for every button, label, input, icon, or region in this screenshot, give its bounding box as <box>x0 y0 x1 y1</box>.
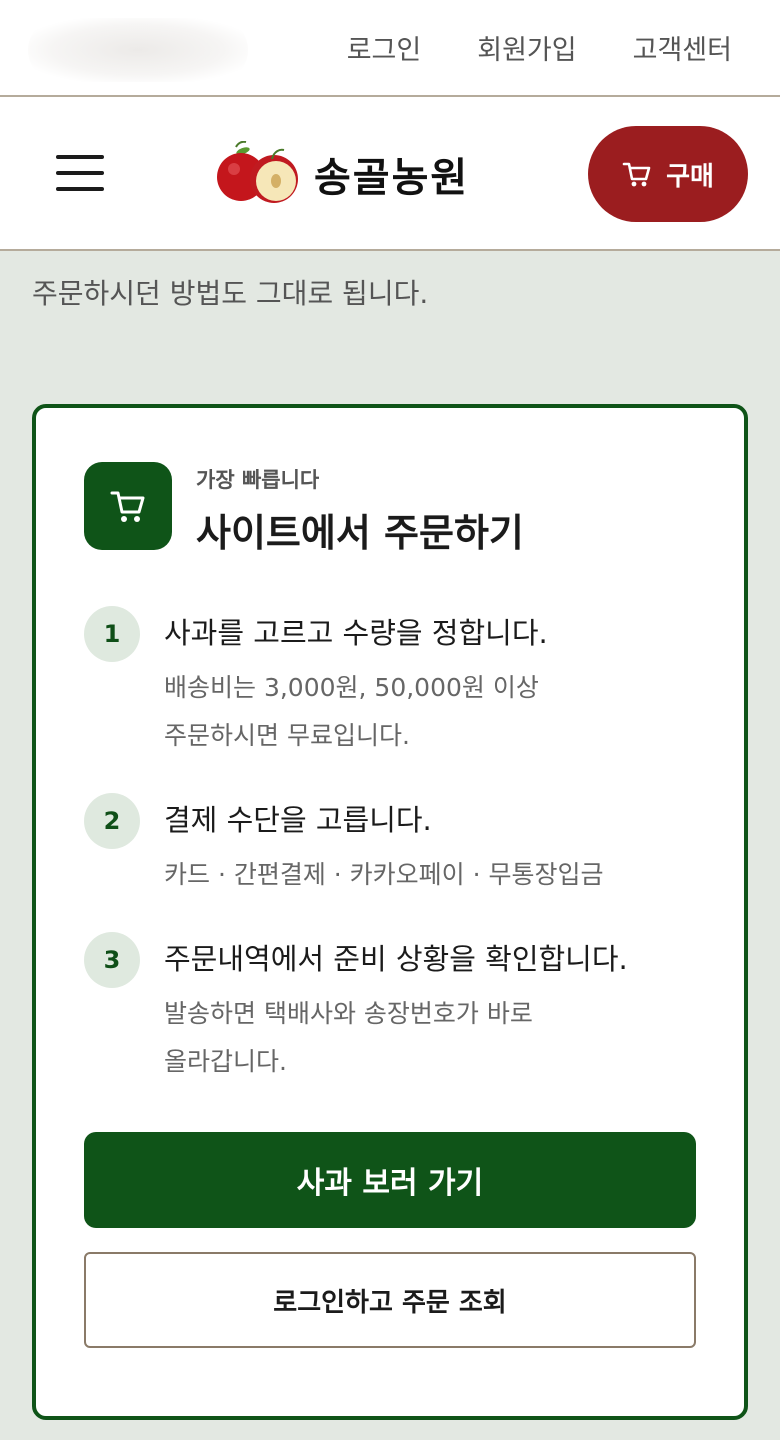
cart-icon <box>110 491 145 522</box>
cart-icon <box>622 162 651 187</box>
step-description-line: 올라갑니다. <box>164 1047 287 1076</box>
step-number-badge: 1 <box>84 606 140 662</box>
blurred-region <box>28 18 248 82</box>
step-description: 카드 · 간편결제 · 카카오페이 · 무통장입금 <box>164 851 684 899</box>
card-title: 사이트에서 주문하기 <box>196 511 524 555</box>
signup-link[interactable]: 회원가입 <box>477 28 576 67</box>
step-description: 발송하면 택배사와 송장번호가 바로 올라갑니다. <box>164 990 684 1086</box>
top-utility-bar: 로그인 회원가입 고객센터 <box>0 0 780 97</box>
site-header: 송골농원 구매 <box>0 97 780 251</box>
step-description-line: 발송하면 택배사와 송장번호가 바로 <box>164 999 533 1028</box>
step-title: 주문내역에서 준비 상황을 확인합니다. <box>164 942 628 976</box>
card-kicker: 가장 빠릅니다 <box>196 468 320 492</box>
site-logo[interactable]: 송골농원 <box>216 141 469 207</box>
login-order-lookup-button[interactable]: 로그인하고 주문 조회 <box>84 1252 696 1348</box>
hamburger-menu-icon[interactable] <box>56 155 104 191</box>
step-description-line: 배송비는 3,000원, 50,000원 이상 <box>164 673 539 702</box>
intro-text: 주문하시던 방법도 그대로 됩니다. <box>32 277 429 310</box>
buy-button[interactable]: 구매 <box>588 126 748 222</box>
apple-logo-icon <box>217 141 298 203</box>
login-link[interactable]: 로그인 <box>347 28 422 67</box>
view-apples-button[interactable]: 사과 보러 가기 <box>84 1132 696 1228</box>
customer-center-link[interactable]: 고객센터 <box>633 28 732 67</box>
step-description: 배송비는 3,000원, 50,000원 이상 주문하시면 무료입니다. <box>164 664 684 760</box>
step-title: 결제 수단을 고릅니다. <box>164 803 432 837</box>
step-description-line: 주문하시면 무료입니다. <box>164 721 410 750</box>
step-description-line: 카드 · 간편결제 · 카카오페이 · 무통장입금 <box>164 860 604 889</box>
buy-button-label: 구매 <box>666 161 714 192</box>
card-cart-badge <box>84 462 172 550</box>
step-title: 사과를 고르고 수량을 정합니다. <box>164 616 548 650</box>
step-number-badge: 3 <box>84 932 140 988</box>
site-order-card: 가장 빠릅니다 사이트에서 주문하기 1 사과를 고르고 수량을 정합니다. 배… <box>32 404 748 1420</box>
top-links: 로그인 회원가입 고객센터 <box>347 28 732 67</box>
logo-text: 송골농원 <box>314 154 470 201</box>
step-number-badge: 2 <box>84 793 140 849</box>
